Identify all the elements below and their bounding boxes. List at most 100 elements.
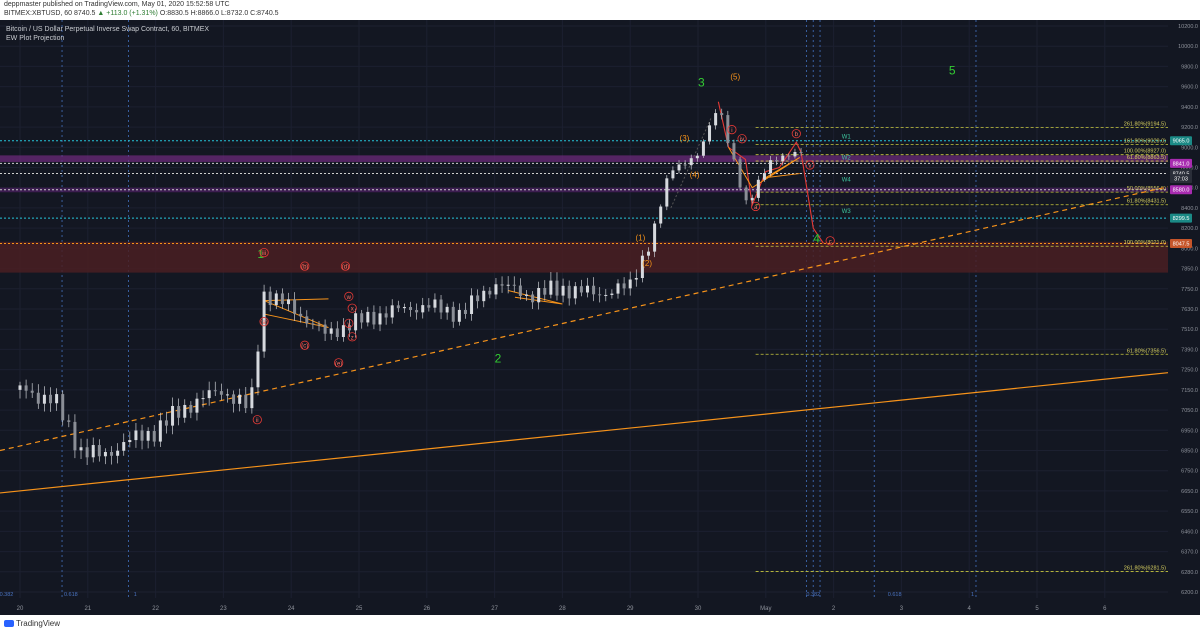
price-tick-label: 8200.0 <box>1181 226 1198 232</box>
candle-body <box>311 323 315 325</box>
candle-body <box>164 420 168 426</box>
candle-body <box>122 442 126 451</box>
grid <box>0 20 1168 598</box>
candle-body <box>384 313 388 318</box>
candle-body <box>390 305 394 318</box>
time-tick-label: 22 <box>152 606 159 612</box>
fib-label: 100.00%(8021.0) <box>1124 240 1166 246</box>
candle-body <box>701 141 705 156</box>
candle-body <box>573 286 577 299</box>
time-tick-label: 25 <box>356 606 363 612</box>
price-tick-label: 7750.0 <box>1181 287 1198 293</box>
candle-body <box>171 405 175 426</box>
chart-area[interactable]: 261.80%(9194.5) 161.80%(9029.0) 100.00%(89… <box>0 20 1200 615</box>
candle-body <box>463 309 467 314</box>
candle-body <box>732 143 736 160</box>
candle-body <box>183 404 187 418</box>
candles <box>18 108 803 465</box>
candle-body <box>110 451 114 456</box>
candle-body <box>402 306 406 309</box>
candle-body <box>500 284 504 286</box>
candle-body <box>561 285 565 296</box>
candle-body <box>42 394 46 404</box>
candle-body <box>372 311 376 325</box>
candle-body <box>250 387 254 409</box>
price-tick-label: 6850.0 <box>1181 449 1198 455</box>
candle-body <box>299 313 303 317</box>
candle-body <box>256 351 260 388</box>
candle-body <box>421 305 425 313</box>
time-tick-label: 24 <box>288 606 295 612</box>
sub-wave-label: ii <box>256 418 259 424</box>
candle-body <box>714 113 718 126</box>
candle-body <box>335 328 339 338</box>
time-fib-label: 1 <box>971 592 974 598</box>
candle-body <box>213 390 217 392</box>
fib-label: 61.80%(8863.5) <box>1127 155 1166 161</box>
time-axis-bg <box>0 598 1200 615</box>
candle-body <box>396 305 400 309</box>
candle-body <box>30 390 34 393</box>
price-tick-label: 9200.0 <box>1181 125 1198 131</box>
candle-body <box>695 155 699 159</box>
candle-body <box>470 295 474 314</box>
w-label: W1 <box>842 135 852 141</box>
candle-body <box>238 394 242 404</box>
sub-wave-label: iv <box>740 137 744 143</box>
candle-body <box>708 125 712 142</box>
candle-body <box>207 390 211 399</box>
price-tick-label: 6370.0 <box>1181 550 1198 556</box>
price-tick-label: 8400.0 <box>1181 206 1198 212</box>
time-tick-label: 30 <box>695 606 702 612</box>
candle-body <box>482 290 486 302</box>
price-tick-label: 7390.0 <box>1181 347 1198 353</box>
candle-body <box>219 391 223 395</box>
candle-body <box>49 394 53 404</box>
w-label: W3 <box>842 209 852 215</box>
price-tick-label: 6460.0 <box>1181 529 1198 535</box>
time-tick-label: 21 <box>84 606 91 612</box>
candle-body <box>158 420 162 442</box>
symbol-line: BITMEX:XBTUSD, 60 8740.5 ▲ +113.0 (+1.31… <box>4 10 279 17</box>
candle-body <box>85 447 89 458</box>
candle-body <box>134 430 138 441</box>
candle-body <box>24 385 28 391</box>
candle-body <box>769 160 773 174</box>
sub-wave-label: (b) <box>301 265 308 271</box>
publish-header: deppmaster published on TradingView.com,… <box>0 0 1200 20</box>
time-fib-label: 0.618 <box>64 592 78 598</box>
zones <box>0 155 1168 273</box>
symbol-price: BITMEX:XBTUSD, 60 8740.5 <box>4 10 96 17</box>
candle-body <box>756 179 760 198</box>
candle-body <box>518 285 522 296</box>
candle-body <box>622 283 626 289</box>
candle-body <box>457 309 461 322</box>
candle-body <box>689 158 693 166</box>
candle-body <box>683 164 687 166</box>
sub-wave-label: c <box>829 239 832 245</box>
time-fib-label: 0.382 <box>806 592 820 598</box>
price-tick-label: 7150.0 <box>1181 388 1198 394</box>
major-wave-label: 4 <box>813 231 820 245</box>
candle-body <box>152 431 156 442</box>
candle-body <box>585 285 589 293</box>
candle-body <box>506 284 510 286</box>
intermediate-wave-label: (5) <box>730 73 740 82</box>
intermediate-wave-label: (3) <box>680 134 690 143</box>
candle-body <box>280 293 284 305</box>
sub-wave-label: (d) <box>342 265 349 271</box>
w-label: W4 <box>842 178 852 184</box>
time-tick-label: 27 <box>491 606 498 612</box>
candle-body <box>634 278 638 280</box>
candle-body <box>512 284 516 286</box>
price-tick-label: 9800.0 <box>1181 64 1198 70</box>
price-tick-label: 6950.0 <box>1181 428 1198 434</box>
price-chart[interactable]: 261.80%(9194.5) 161.80%(9029.0) 100.00%(89… <box>0 20 1200 615</box>
candle-body <box>567 285 571 299</box>
candle-body <box>677 164 681 171</box>
time-fib-label: 0.618 <box>888 592 902 598</box>
candle-body <box>274 293 278 306</box>
time-tick-label: 29 <box>627 606 634 612</box>
candle-body <box>293 299 297 314</box>
legend-title: Bitcoin / US Dollar Perpetual Inverse Sw… <box>6 26 209 33</box>
